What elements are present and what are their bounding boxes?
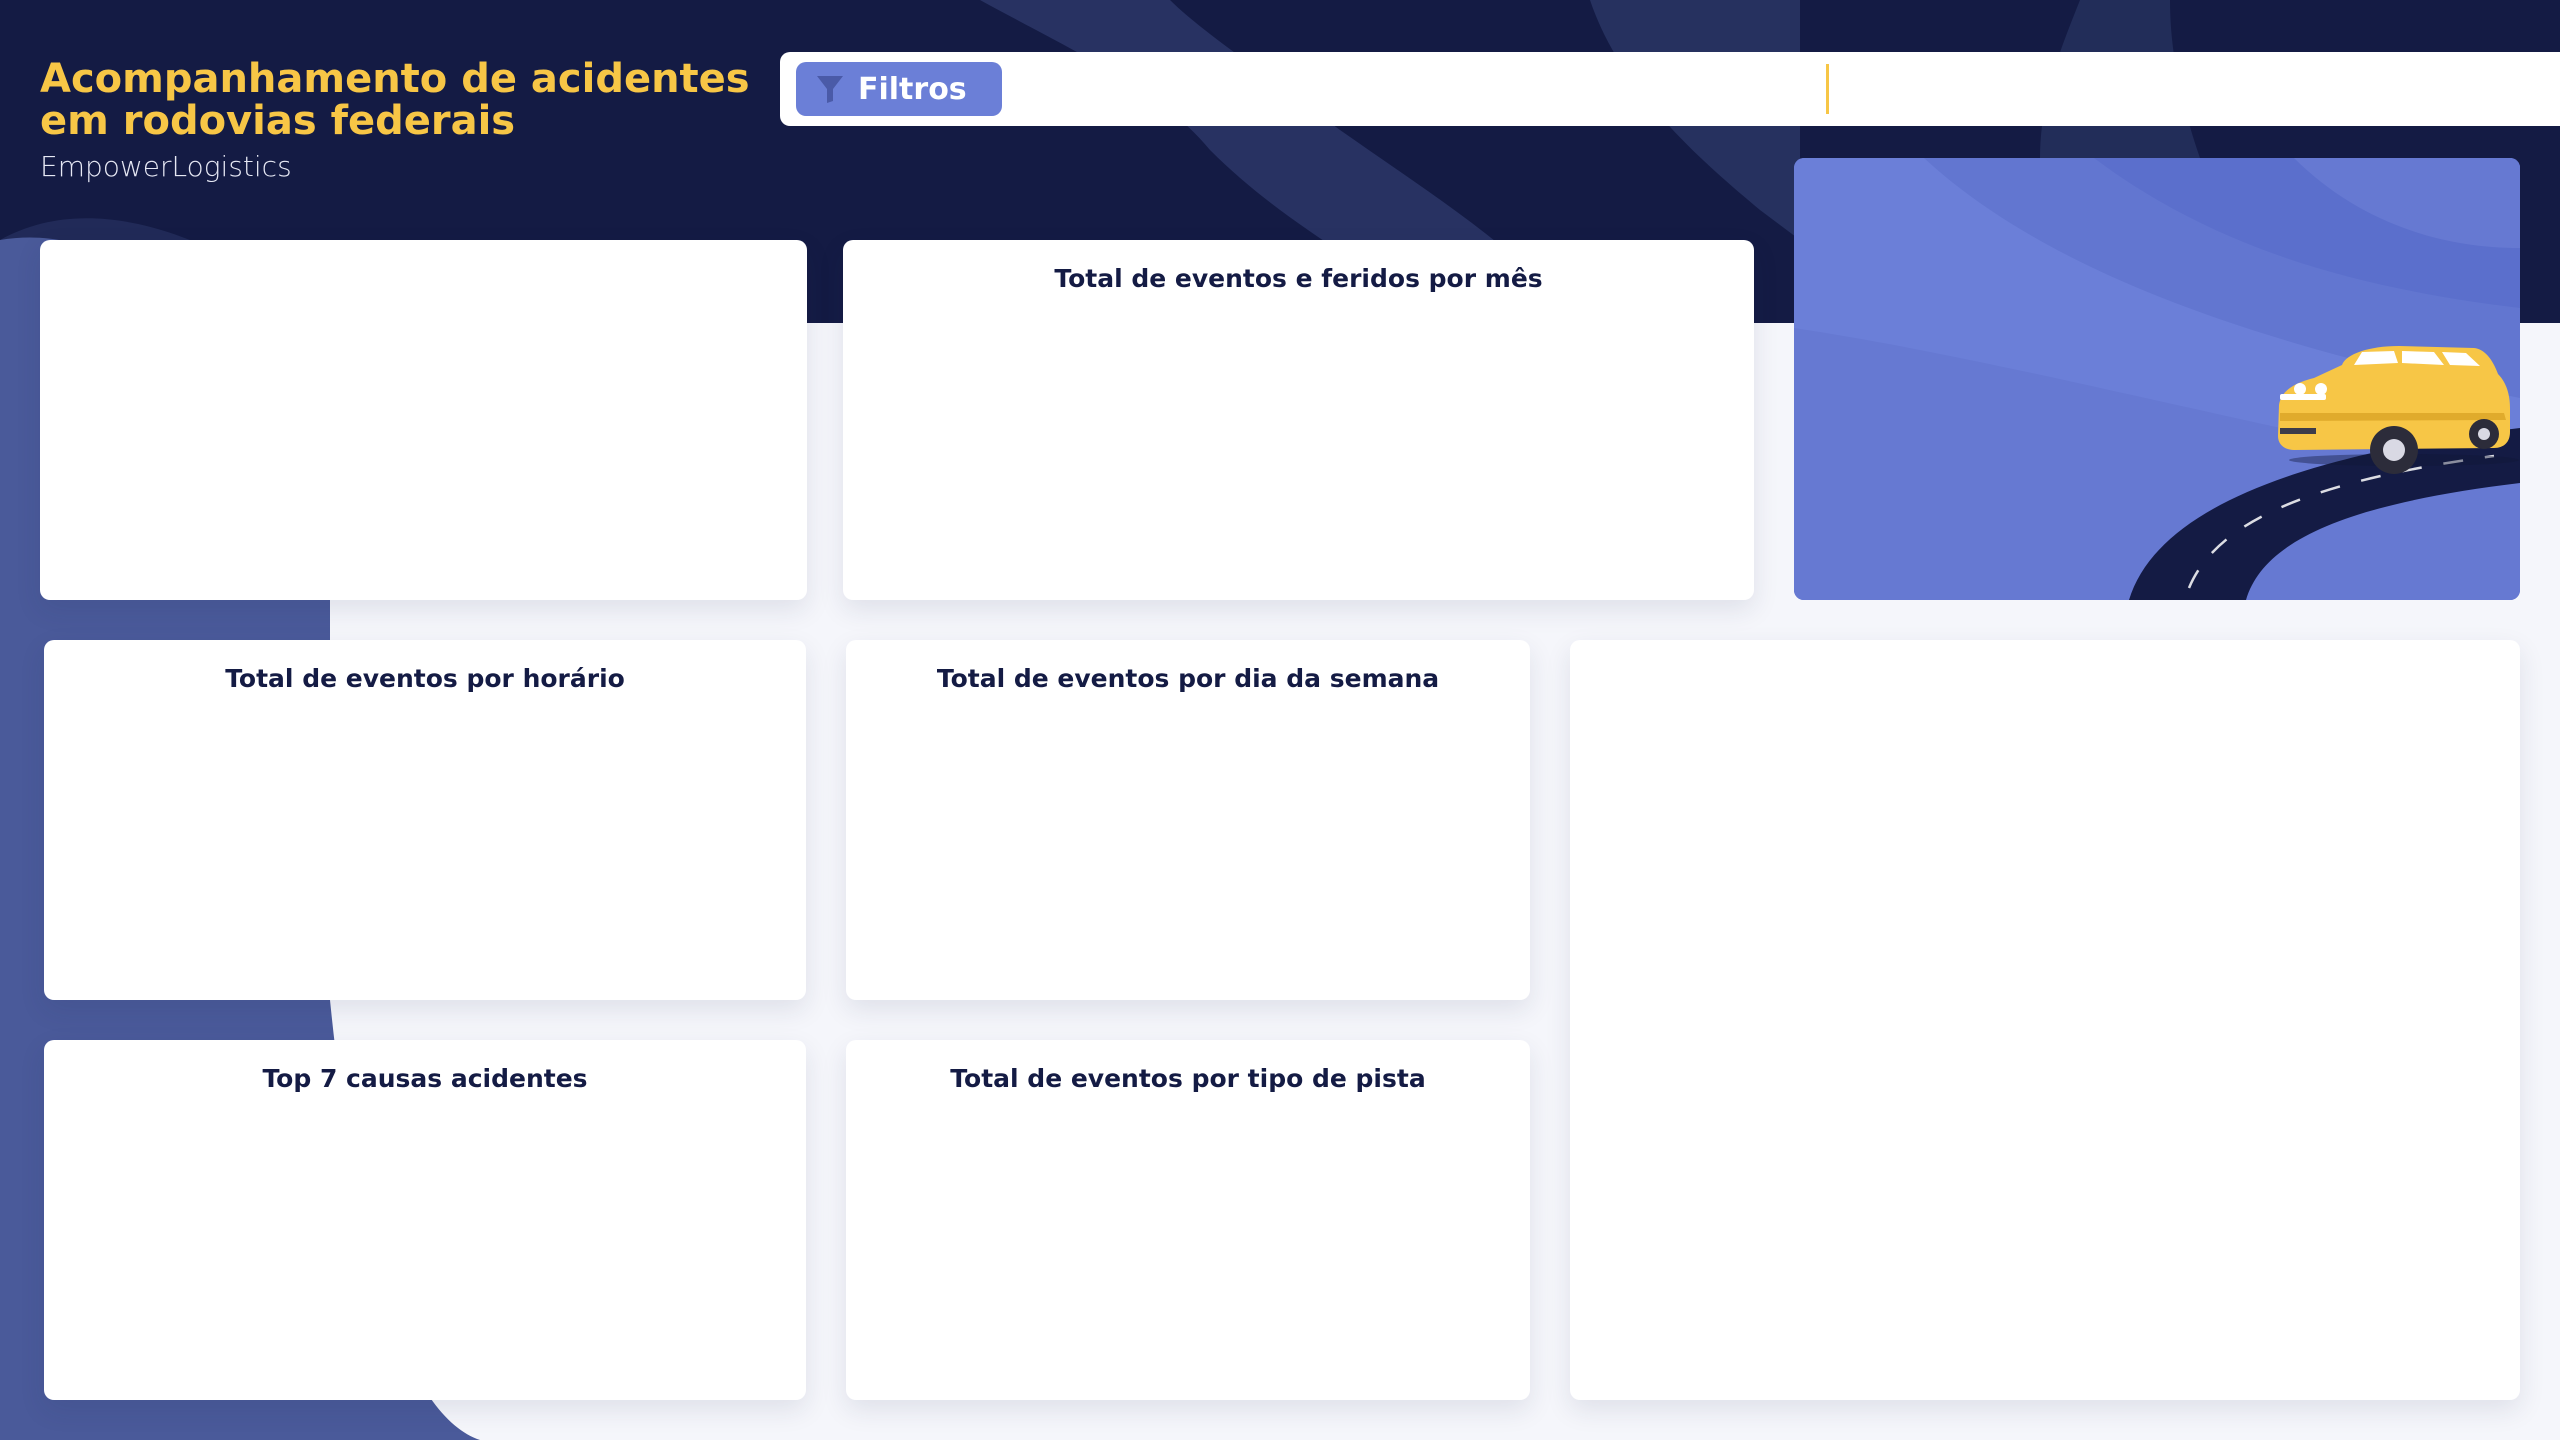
filter-bar: Filtros <box>780 52 2560 126</box>
hero-illustration <box>1794 158 2520 600</box>
map-card <box>1570 640 2520 1400</box>
page-title: Acompanhamento de acidentes em rodovias … <box>40 58 750 142</box>
weekday-events-title: Total de eventos por dia da semana <box>936 664 1440 693</box>
monthly-events-card: Total de eventos e feridos por mês <box>843 240 1754 600</box>
filter-separator <box>1826 64 1829 114</box>
company-name: EmpowerLogistics <box>40 150 292 183</box>
monthly-events-title: Total de eventos e feridos por mês <box>1054 264 1543 293</box>
weekday-events-card: Total de eventos por dia da semana <box>846 640 1530 1000</box>
hourly-events-title: Total de eventos por horário <box>225 664 625 693</box>
summary-card <box>40 240 807 600</box>
hourly-events-card: Total de eventos por horário <box>44 640 806 1000</box>
filter-icon <box>817 76 843 103</box>
page-title-line-2: em rodovias federais <box>40 98 516 144</box>
road-illustration <box>1794 158 2520 600</box>
page-title-line-1: Acompanhamento de acidentes <box>40 56 750 102</box>
filters-button[interactable]: Filtros <box>796 62 1002 116</box>
lane-type-events-card: Total de eventos por tipo de pista <box>846 1040 1530 1400</box>
lane-type-events-title: Total de eventos por tipo de pista <box>950 1064 1426 1093</box>
top-causes-card: Top 7 causas acidentes <box>44 1040 806 1400</box>
top-causes-title: Top 7 causas acidentes <box>262 1064 588 1093</box>
filters-button-label: Filtros <box>858 71 967 107</box>
